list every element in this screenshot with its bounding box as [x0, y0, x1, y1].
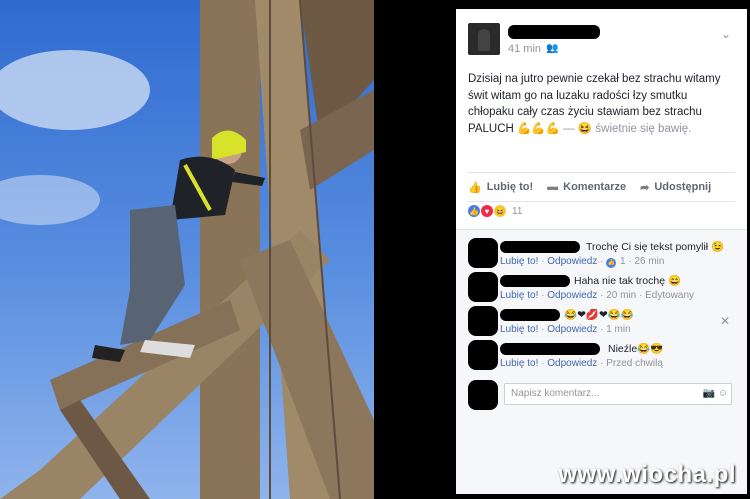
- comment-reply-link[interactable]: Odpowiedz: [547, 290, 597, 301]
- like-button[interactable]: 👍 Lubię to!: [468, 181, 533, 194]
- facebook-post-panel: 41 min 👥 ⌄ Dzisiaj na jutro pewnie czeka…: [456, 9, 747, 494]
- post-actions: 👍 Lubię to! ▬ Komentarze ➦ Udostępnij: [468, 172, 735, 202]
- comment-like-link[interactable]: Lubię to!: [500, 290, 538, 301]
- compose-icons: 📷 ☺: [703, 388, 728, 399]
- camera-icon[interactable]: 📷: [703, 388, 715, 399]
- comment-time[interactable]: 26 min: [634, 256, 664, 267]
- love-reaction-icon: ♥: [481, 205, 493, 217]
- watermark-logo: www.wiocha.pl: [558, 461, 736, 488]
- feeling-emoji: 😆: [577, 122, 593, 135]
- comment-text: Trochę Ci się tekst pomylił 😉: [586, 241, 725, 253]
- feeling-separator: —: [559, 122, 578, 135]
- comment-button[interactable]: ▬ Komentarze: [547, 181, 626, 193]
- comment-label: Komentarze: [563, 181, 627, 193]
- share-label: Udostępnij: [654, 181, 712, 193]
- like-reaction-icon: 👍: [468, 205, 480, 217]
- chevron-down-icon[interactable]: ⌄: [721, 27, 731, 41]
- post-photo[interactable]: [0, 0, 374, 499]
- commenter-avatar[interactable]: [468, 340, 498, 370]
- post-emoji: 💪💪💪: [517, 122, 560, 135]
- thumbs-up-icon: 👍: [468, 181, 482, 194]
- comment-meta: Lubię to! · Odpowiedz · 👍 1 · 26 min: [500, 256, 665, 268]
- viewer-avatar: [468, 380, 498, 410]
- emoji-icon[interactable]: ☺: [718, 388, 728, 399]
- comment-reply-link[interactable]: Odpowiedz: [547, 358, 597, 369]
- friends-icon: 👥: [546, 43, 559, 54]
- comment-time[interactable]: 1 min: [606, 324, 630, 335]
- comment-text: Haha nie tak trochę 😄: [574, 275, 682, 287]
- comments-section: Trochę Ci się tekst pomylił 😉 Lubię to! …: [456, 229, 747, 494]
- reaction-count: 11: [512, 205, 523, 217]
- comment-item: Trochę Ci się tekst pomylił 😉 Lubię to! …: [468, 238, 738, 270]
- comment-reply-link[interactable]: Odpowiedz: [547, 256, 597, 267]
- share-button[interactable]: ➦ Udostępnij: [640, 181, 711, 194]
- comment-compose: Napisz komentarz... 📷 ☺: [468, 380, 738, 410]
- comment-text: 😂❤💋❤😂😂: [564, 309, 634, 321]
- commenter-name-redacted[interactable]: [500, 275, 570, 287]
- comment-item: Haha nie tak trochę 😄 Lubię to! · Odpowi…: [468, 272, 738, 304]
- reactions-summary[interactable]: 👍 ♥ 😆 11: [468, 205, 522, 217]
- post-header: 41 min 👥 ⌄: [468, 23, 735, 63]
- comment-text: Nieźle😂😎: [608, 343, 664, 355]
- comment-time[interactable]: Przed chwilą: [606, 358, 663, 369]
- comment-input[interactable]: Napisz komentarz...: [504, 383, 732, 405]
- comment-reply-link[interactable]: Odpowiedz: [547, 324, 597, 335]
- commenter-avatar[interactable]: [468, 238, 498, 268]
- commenter-name-redacted[interactable]: [500, 241, 580, 253]
- commenter-name-redacted[interactable]: [500, 309, 560, 321]
- comment-meta: Lubię to! · Odpowiedz · 20 min · Edytowa…: [500, 290, 695, 301]
- comment-time[interactable]: 20 min: [606, 290, 636, 301]
- feeling-label: świetnie się bawię.: [595, 122, 692, 135]
- comment-likes-value: 1: [619, 256, 626, 267]
- post-timestamp[interactable]: 41 min: [508, 43, 541, 55]
- comment-icon: ▬: [547, 181, 559, 193]
- edited-label[interactable]: Edytowany: [645, 290, 694, 301]
- like-label: Lubię to!: [486, 181, 534, 193]
- comment-like-link[interactable]: Lubię to!: [500, 358, 538, 369]
- comment-like-link[interactable]: Lubię to!: [500, 256, 538, 267]
- like-reaction-icon: 👍: [606, 257, 617, 268]
- comment-item: Nieźle😂😎 Lubię to! · Odpowiedz · Przed c…: [468, 340, 738, 372]
- comment-like-link[interactable]: Lubię to!: [500, 324, 538, 335]
- commenter-name-redacted[interactable]: [500, 343, 600, 355]
- commenter-avatar[interactable]: [468, 306, 498, 336]
- comment-like-count: 👍 1: [606, 256, 626, 268]
- comment-meta: Lubię to! · Odpowiedz · Przed chwilą: [500, 358, 663, 369]
- comment-item: 😂❤💋❤😂😂 Lubię to! · Odpowiedz · 1 min ✕: [468, 306, 738, 338]
- author-avatar[interactable]: [468, 23, 500, 55]
- share-icon: ➦: [640, 181, 650, 194]
- haha-reaction-icon: 😆: [494, 205, 506, 217]
- commenter-avatar[interactable]: [468, 272, 498, 302]
- post-text: Dzisiaj na jutro pewnie czekał bez strac…: [468, 71, 730, 137]
- comment-meta: Lubię to! · Odpowiedz · 1 min: [500, 324, 631, 335]
- author-name-redacted[interactable]: [508, 25, 600, 39]
- close-icon[interactable]: ✕: [720, 314, 730, 328]
- bridge-photo-illustration: [0, 0, 374, 499]
